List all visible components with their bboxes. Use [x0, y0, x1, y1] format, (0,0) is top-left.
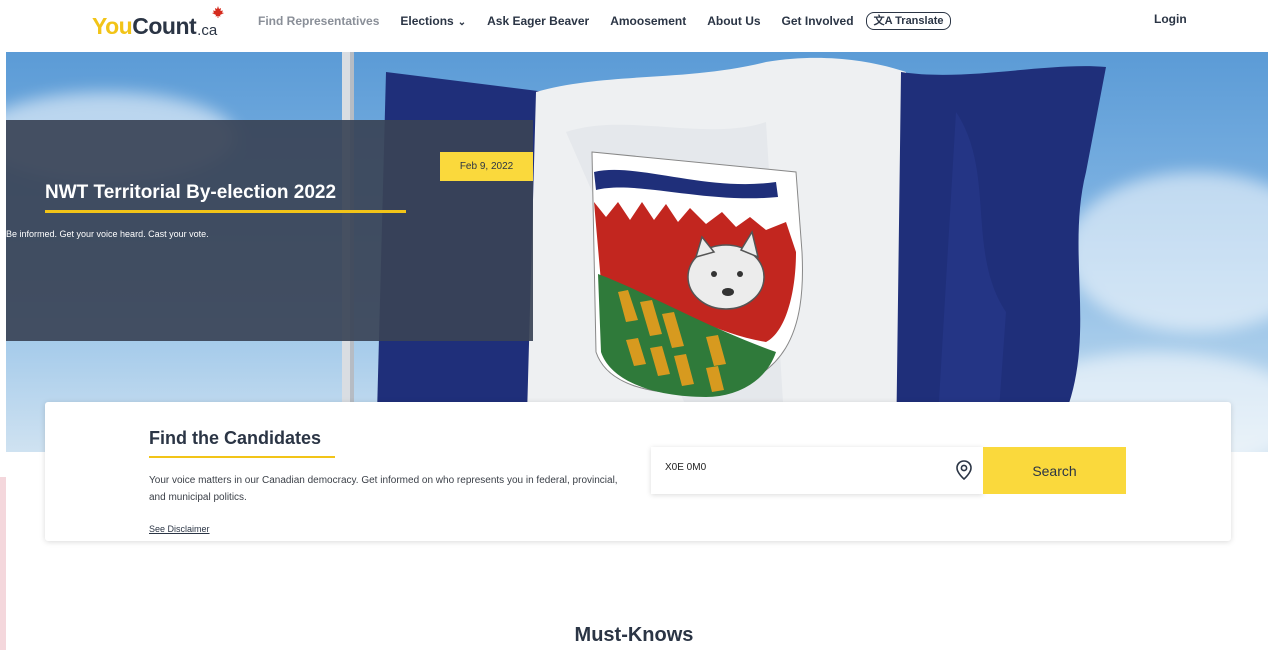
main-nav: Find Representatives Elections ⌄ Ask Eage… [258, 12, 952, 30]
login-link[interactable]: Login [1154, 12, 1187, 26]
youcount-logo[interactable]: You Count .ca [92, 6, 224, 40]
location-pin-icon[interactable] [955, 460, 973, 480]
logo-ca-text: .ca [197, 22, 218, 39]
chevron-down-icon: ⌄ [457, 17, 467, 28]
nav-elections[interactable]: Elections ⌄ [400, 14, 466, 28]
top-navbar: You Count .ca Find Representatives Electio… [0, 0, 1268, 44]
maple-leaf-icon [212, 6, 224, 18]
nav-about-us[interactable]: About Us [707, 14, 760, 28]
translate-icon: 文A [873, 15, 896, 27]
logo-count-text: Count [132, 13, 197, 39]
election-date-badge: Feb 9, 2022 [440, 152, 533, 181]
search-button[interactable]: Search [983, 447, 1126, 494]
logo-you-text: You [92, 13, 133, 39]
must-knows-heading: Must-Knows [574, 624, 694, 646]
postal-code-input[interactable] [663, 461, 947, 474]
postal-code-search-box [651, 447, 983, 494]
nav-get-involved[interactable]: Get Involved [782, 14, 854, 28]
nav-amoosement[interactable]: Amoosement [610, 14, 686, 28]
hero-title: NWT Territorial By-election 2022 [45, 182, 337, 203]
nav-elections-label: Elections [400, 14, 454, 28]
hero-title-underline [45, 210, 406, 213]
nav-ask-eager-beaver[interactable]: Ask Eager Beaver [487, 14, 589, 28]
find-candidates-card: Find the Candidates Your voice matters i… [45, 402, 1231, 541]
hero-banner: Feb 9, 2022 NWT Territorial By-election … [6, 52, 1268, 452]
see-disclaimer-link[interactable]: See Disclaimer [149, 524, 210, 534]
find-candidates-underline [149, 456, 335, 458]
nav-find-representatives[interactable]: Find Representatives [258, 14, 379, 28]
translate-button[interactable]: 文A Translate [865, 12, 952, 30]
hero-subtitle: Be informed. Get your voice heard. Cast … [6, 229, 209, 239]
translate-label: Translate [895, 15, 944, 27]
find-candidates-title: Find the Candidates [149, 428, 322, 448]
find-candidates-description: Your voice matters in our Canadian democ… [149, 475, 618, 503]
